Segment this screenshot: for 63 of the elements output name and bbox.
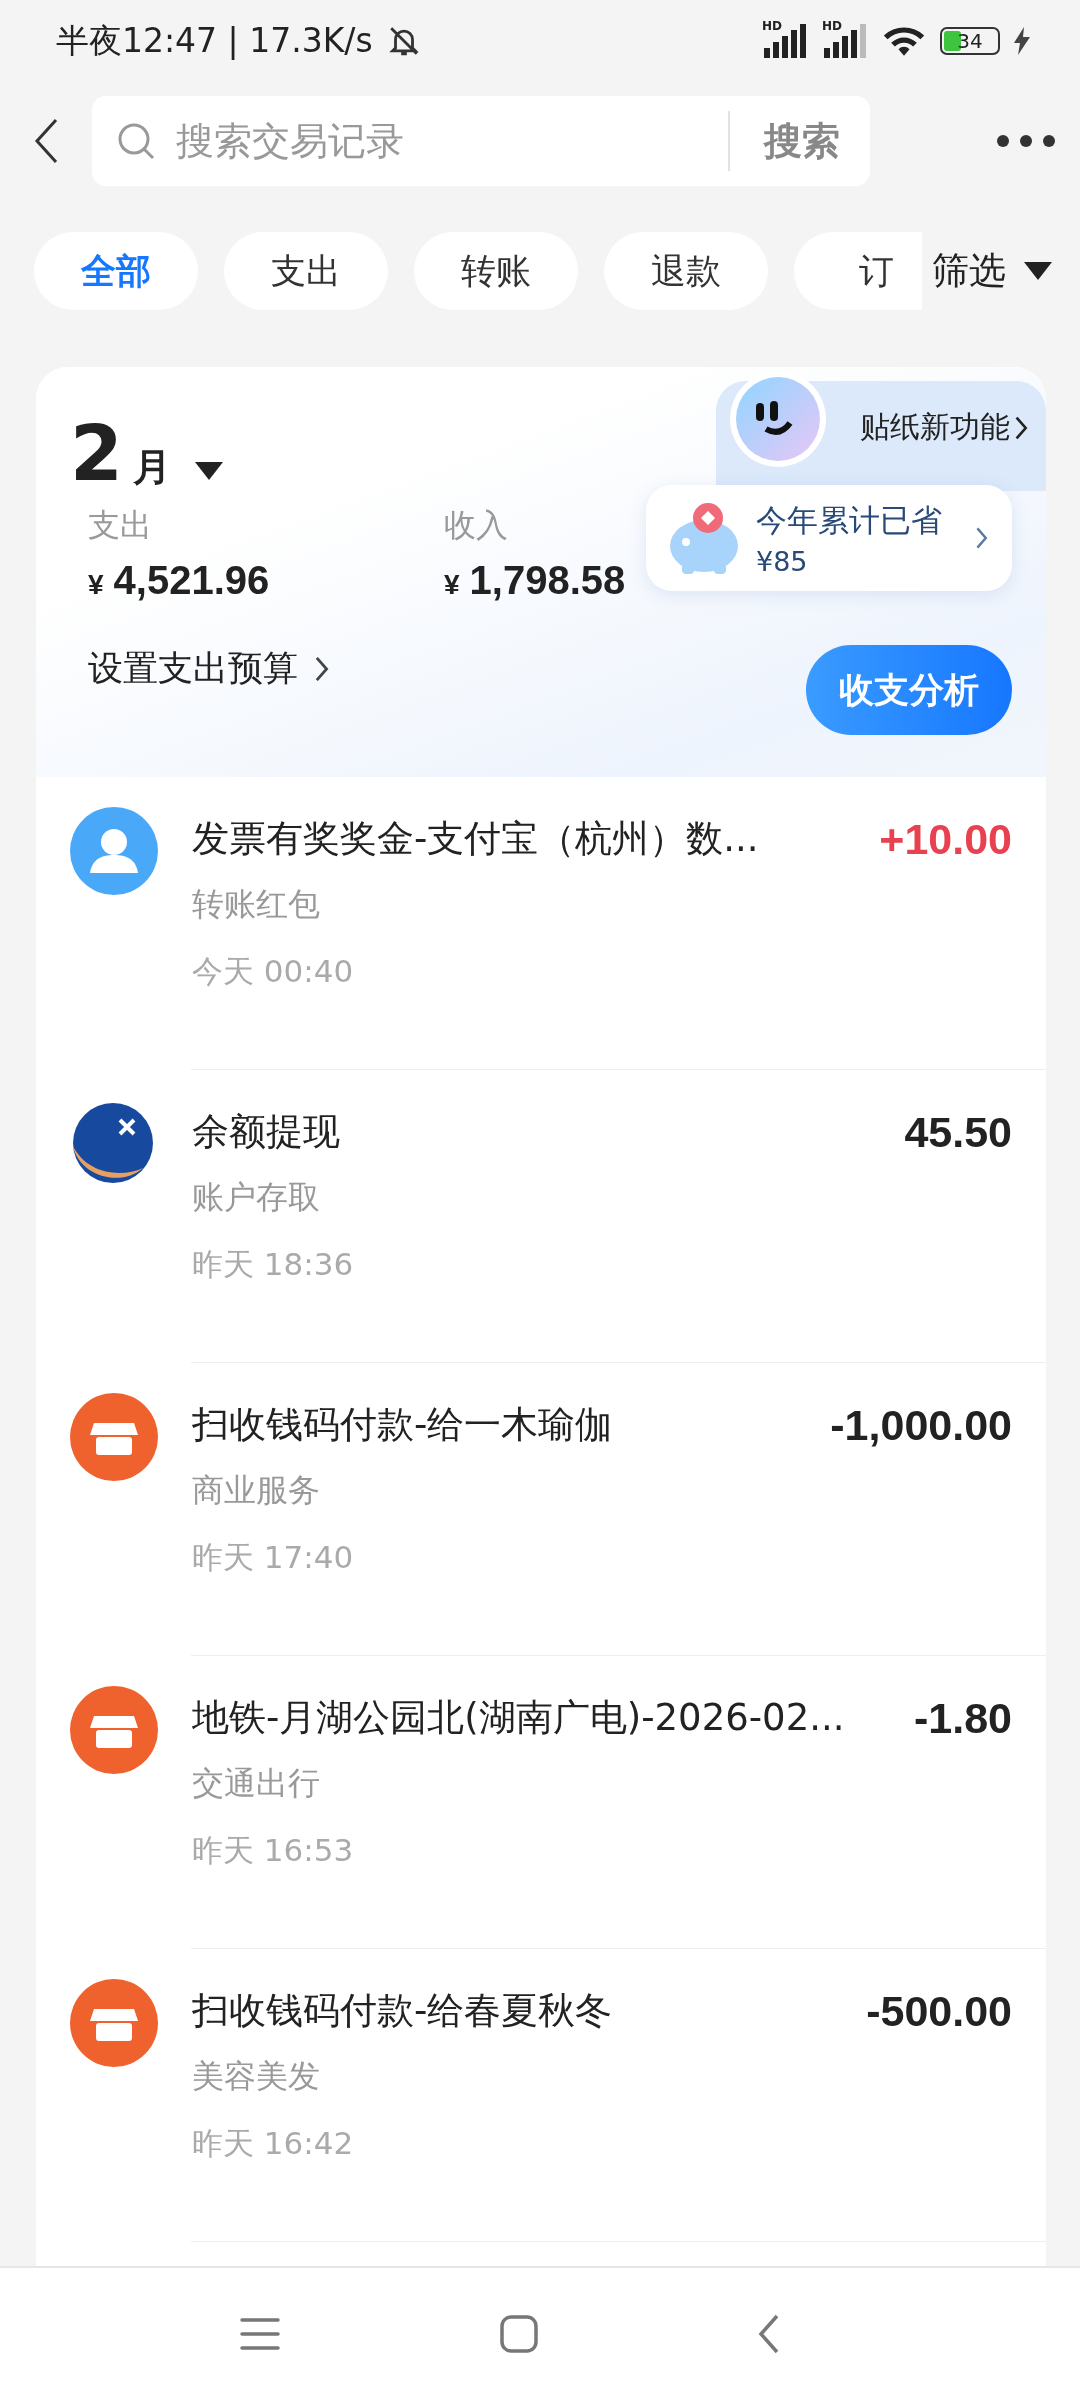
analysis-button[interactable]: 收支分析 <box>806 645 1012 735</box>
transaction-time: 昨天 16:42 <box>192 2124 355 2163</box>
transaction-category: 转账红包 <box>192 884 321 925</box>
transaction-title: 发票有奖奖金-支付宝（杭州）数... <box>192 816 759 862</box>
transaction-time: 昨天 18:36 <box>192 1245 355 1284</box>
transaction-title: 扫收钱码付款-给一木瑜伽 <box>192 1402 613 1448</box>
savings-card[interactable]: 今年累计已省 ¥85 <box>646 485 1012 591</box>
chevron-icon <box>974 526 988 550</box>
transaction-time: 今天 00:40 <box>192 952 355 991</box>
transaction-title: 地铁-月湖公园北(湖南广电)-2026-02... <box>192 1695 845 1741</box>
search-button[interactable]: 搜索 <box>728 111 846 171</box>
home-icon[interactable] <box>500 2315 538 2353</box>
income-amount: ¥ 1,798.58 <box>444 558 627 603</box>
bank-logo-icon <box>70 1100 156 1186</box>
transaction-row[interactable]: 扫收钱码付款-给春夏秋冬 -500.00 美容美发 昨天 16:42 <box>36 1949 1046 2242</box>
transaction-row[interactable]: 余额提现 45.50 账户存取 昨天 18:36 <box>36 1070 1046 1363</box>
transaction-category: 商业服务 <box>192 1470 321 1511</box>
chevron-icon <box>1013 414 1028 441</box>
transaction-title: 扫收钱码付款-给春夏秋冬 <box>192 1988 613 2034</box>
charging-icon <box>1014 27 1030 55</box>
filter-tab[interactable]: 全部 <box>34 232 198 310</box>
network-label: HD <box>762 20 782 32</box>
expense-amount: ¥ 4,521.96 <box>88 558 271 603</box>
shop-icon <box>70 1686 158 1774</box>
back-icon[interactable] <box>34 118 58 164</box>
wifi-icon <box>882 24 926 58</box>
transaction-time: 昨天 17:40 <box>192 1538 355 1577</box>
savings-label: 今年累计已省 <box>756 500 943 540</box>
user-avatar-icon <box>70 807 158 895</box>
transaction-row[interactable]: 发票有奖奖金-支付宝（杭州）数... +10.00 转账红包 今天 00:40 <box>36 777 1046 1070</box>
transaction-category: 交通出行 <box>192 1763 321 1804</box>
shop-icon <box>70 1979 158 2067</box>
search-field[interactable]: 搜索交易记录 搜索 <box>92 96 870 186</box>
transaction-time: 昨天 16:53 <box>192 1831 355 1870</box>
budget-link[interactable]: 设置支出预算 <box>88 645 330 692</box>
filter-tab[interactable]: 订 <box>794 232 922 310</box>
month-picker[interactable]: 2 月 <box>70 409 223 498</box>
filter-tab[interactable]: 支出 <box>224 232 388 310</box>
transaction-amount: 45.50 <box>904 1107 1012 1157</box>
transaction-amount: -1,000.00 <box>830 1400 1012 1450</box>
menu-icon[interactable] <box>240 2317 280 2351</box>
status-time: 半夜12:47 | 17.3K/s <box>56 19 373 62</box>
filter-tab[interactable]: 转账 <box>414 232 578 310</box>
transaction-category: 美容美发 <box>192 2056 321 2097</box>
savings-amount: ¥85 <box>756 545 809 577</box>
sticker-link[interactable]: 贴纸新功能 <box>859 407 1028 448</box>
more-icon[interactable] <box>996 134 1056 148</box>
chevron-icon <box>314 654 330 683</box>
transaction-title: 余额提现 <box>192 1109 340 1155</box>
transaction-row[interactable]: 地铁-月湖公园北(湖南广电)-2026-02... -1.80 交通出行 昨天 16:53 <box>36 1656 1046 1949</box>
network-label: HD <box>822 20 842 32</box>
caret-icon <box>194 462 223 480</box>
caret-icon <box>1024 262 1052 280</box>
transaction-amount: -1.80 <box>914 1693 1012 1743</box>
expense-label: 支出 <box>88 505 153 546</box>
transaction-amount: -500.00 <box>866 1986 1012 2036</box>
search-icon <box>116 121 156 161</box>
income-label: 收入 <box>444 505 509 546</box>
shop-icon <box>70 1393 158 1481</box>
transaction-category: 账户存取 <box>192 1177 321 1218</box>
filter-tab[interactable]: 退款 <box>604 232 768 310</box>
transaction-amount: +10.00 <box>879 814 1012 864</box>
transaction-row[interactable]: 扫收钱码付款-给一木瑜伽 -1,000.00 商业服务 昨天 17:40 <box>36 1363 1046 1656</box>
